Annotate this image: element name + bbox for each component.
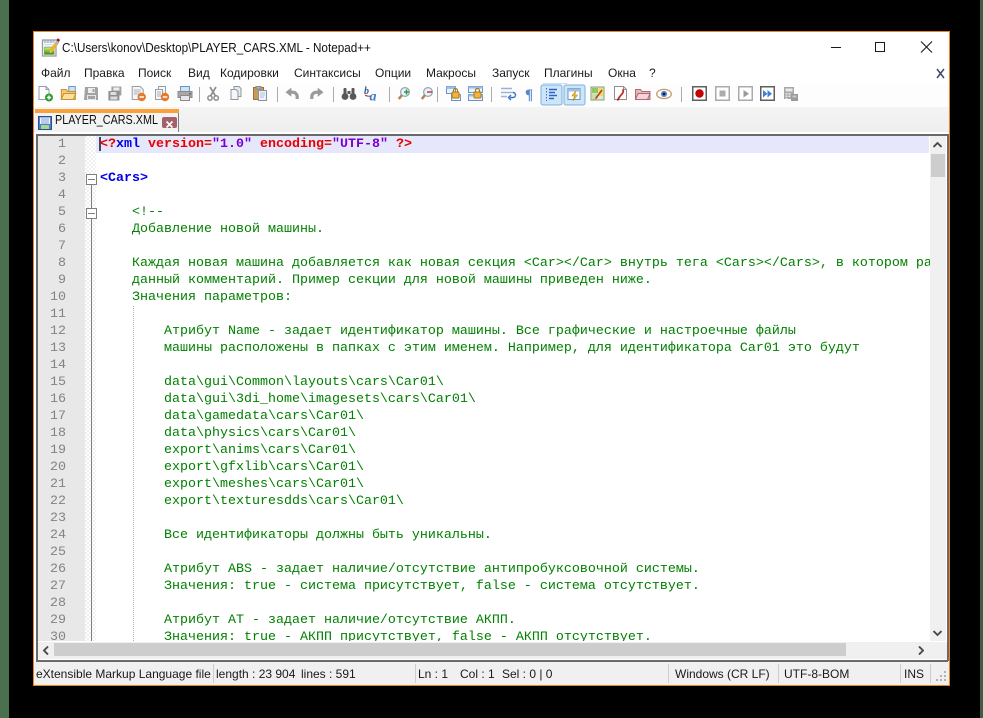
svg-text:¶: ¶ [525,87,533,103]
svg-text:a: a [370,90,377,105]
